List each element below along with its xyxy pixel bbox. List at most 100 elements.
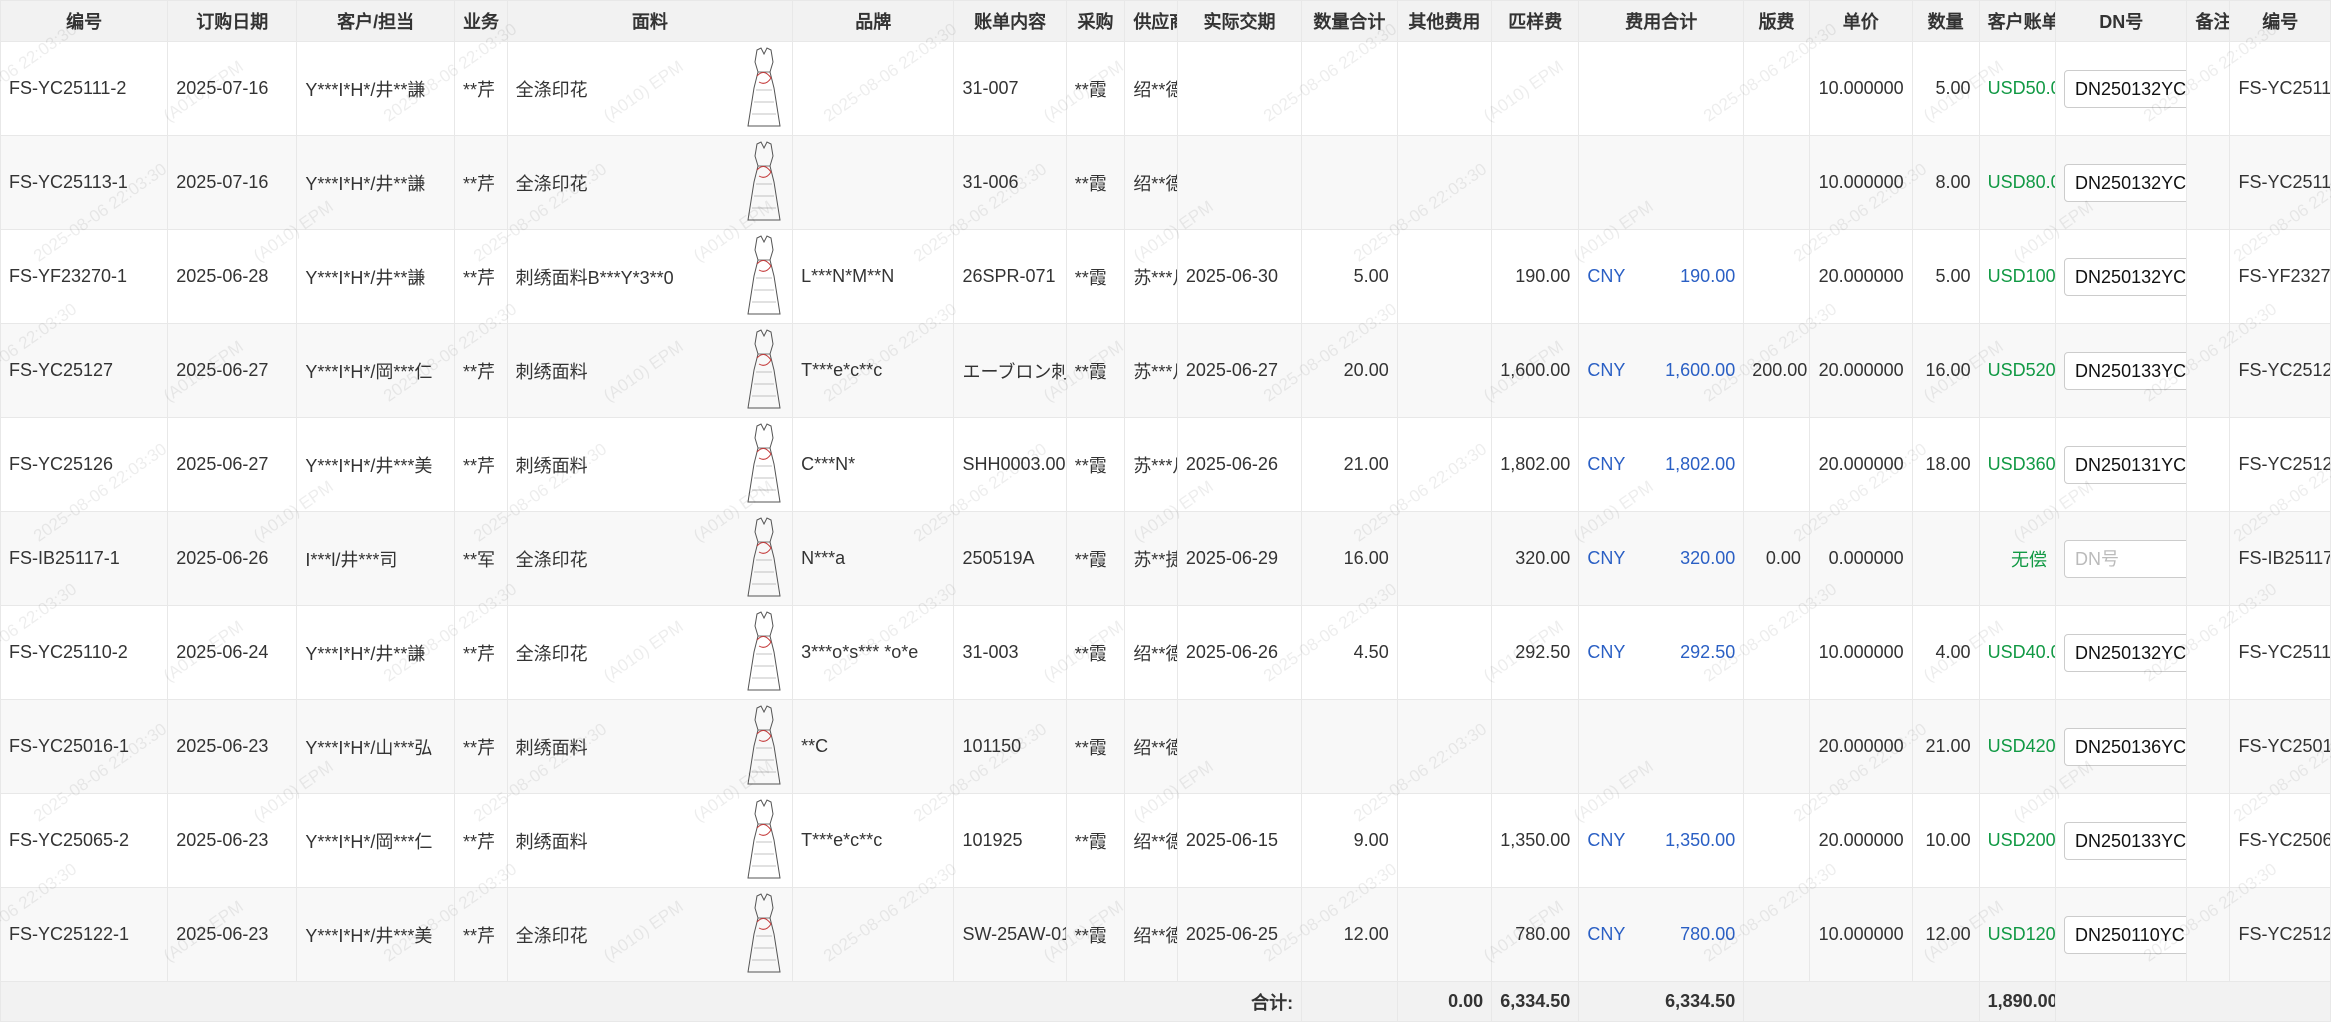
fee-total-cell: 1,350.00 [1665, 830, 1736, 850]
delivery-date-cell [1176, 135, 1303, 230]
table-row[interactable]: FS-YC25111-2 2025-07-16 Y***I*H*/井**謙 **芹 全涤… [0, 41, 2331, 136]
row-id-cell: FS-YC25111-2 [0, 41, 169, 136]
bill-currency: USD [1987, 642, 2026, 662]
dn-input[interactable]: DN250132YC [2064, 163, 2186, 202]
fee-currency: CNY [1587, 830, 1626, 850]
dn-input[interactable]: DN250133YC [2064, 821, 2186, 860]
fabric-thumbnail[interactable] [744, 892, 784, 978]
sample-fee-cell: 1,350.00 [1491, 793, 1580, 888]
other-fee-cell [1396, 699, 1493, 794]
col-header-buyer[interactable]: 采购 [1065, 0, 1126, 42]
row-id-right-cell: FS-YC25122-1 [2229, 887, 2331, 982]
note-cell [2186, 605, 2231, 700]
plate-fee-cell [1743, 699, 1810, 794]
buyer-cell: **霞 [1065, 417, 1126, 512]
supplier-cell: 苏**捷 [1124, 511, 1178, 606]
col-header-unit-price[interactable]: 单价 [1808, 0, 1913, 42]
table-row[interactable]: FS-YC25127 2025-06-27 Y***I*H*/岡***仁 **芹 刺绣面… [0, 323, 2331, 418]
bill-content-cell: 31-003 [953, 605, 1067, 700]
col-header-fee-total[interactable]: 费用合计 [1578, 0, 1745, 42]
plate-fee-cell [1743, 793, 1810, 888]
col-header-qty-total[interactable]: 数量合计 [1301, 0, 1398, 42]
order-date-cell: 2025-06-23 [167, 887, 298, 982]
fabric-cell: 全涤印花 [515, 549, 588, 570]
customer-bill-cell: 200.00 [2025, 830, 2056, 850]
supplier-cell: 绍**德 [1124, 699, 1178, 794]
col-header-dn[interactable]: DN号 [2055, 0, 2188, 42]
fabric-thumbnail[interactable] [744, 328, 784, 414]
other-fee-cell [1396, 793, 1493, 888]
col-header-supplier[interactable]: 供应商 [1124, 0, 1178, 42]
table-row[interactable]: FS-IB25117-1 2025-06-26 I***l/井***司 **军 全涤印花… [0, 511, 2331, 606]
col-header-sales[interactable]: 业务 [454, 0, 508, 42]
col-header-fabric[interactable]: 面料 [506, 0, 794, 42]
sample-fee-cell [1491, 41, 1580, 136]
dn-input[interactable]: DN250132YC [2064, 69, 2186, 108]
dress-sketch-icon [747, 799, 781, 879]
delivery-date-cell: 2025-06-25 [1176, 887, 1303, 982]
sample-fee-cell: 190.00 [1491, 229, 1580, 324]
col-header-customer[interactable]: 客户/担当 [296, 0, 456, 42]
dn-input[interactable]: DN250133YC [2064, 351, 2186, 390]
sales-cell: **芹 [454, 793, 508, 888]
dress-sketch-icon [747, 47, 781, 127]
supplier-cell: 绍**德 [1124, 135, 1178, 230]
dn-input[interactable]: DN250136YC [2064, 727, 2186, 766]
other-fee-cell [1396, 41, 1493, 136]
fabric-thumbnail[interactable] [744, 140, 784, 226]
col-header-other-fee[interactable]: 其他费用 [1396, 0, 1493, 42]
table-row[interactable]: FS-YC25110-2 2025-06-24 Y***I*H*/井**謙 **芹 全涤… [0, 605, 2331, 700]
bill-currency: USD [1987, 830, 2026, 850]
table-row[interactable]: FS-YC25113-1 2025-07-16 Y***I*H*/井**謙 **芹 全涤… [0, 135, 2331, 230]
fabric-thumbnail[interactable] [744, 798, 784, 884]
table-row[interactable]: FS-YC25122-1 2025-06-23 Y***I*H*/井***美 **芹全… [0, 887, 2331, 982]
fabric-thumbnail[interactable] [744, 704, 784, 790]
customer-cell: Y***I*H*/井***美 [296, 417, 456, 512]
col-header-sample-fee[interactable]: 匹样费 [1491, 0, 1580, 42]
fabric-thumbnail[interactable] [744, 516, 784, 602]
col-header-qty[interactable]: 数量 [1911, 0, 1980, 42]
header-row: 编号 订购日期 客户/担当 业务 面料 品牌 账单内容 采购 供应商 实际交期 … [0, 0, 2331, 42]
dn-input[interactable]: DN250132YC [2064, 633, 2186, 672]
table-row[interactable]: FS-YF23270-1 2025-06-28 Y***I*H*/井**謙 **芹 刺绣… [0, 229, 2331, 324]
fabric-thumbnail[interactable] [744, 234, 784, 320]
col-header-id[interactable]: 编号 [0, 0, 169, 42]
brand-cell: T***e*c**c [792, 793, 955, 888]
dress-sketch-icon [747, 893, 781, 973]
brand-cell: N***a [792, 511, 955, 606]
col-header-customer-bill[interactable]: 客户账单 [1978, 0, 2057, 42]
dn-input[interactable]: DN250131YC [2064, 445, 2186, 484]
table-row[interactable]: FS-YC25016-1 2025-06-23 Y***I*H*/山***弘 **芹刺… [0, 699, 2331, 794]
row-id-cell: FS-YC25126 [0, 417, 169, 512]
col-header-id-right[interactable]: 编号 [2229, 0, 2331, 42]
col-header-note[interactable]: 备注 [2186, 0, 2231, 42]
fabric-thumbnail[interactable] [744, 610, 784, 696]
footer-row: 合计: 0.00 6,334.50 6,334.50 1,890.00 [0, 981, 2331, 1022]
plate-fee-cell [1743, 41, 1810, 136]
sales-cell: **芹 [454, 699, 508, 794]
dn-input[interactable]: DN250132YC [2064, 257, 2186, 296]
other-fee-cell [1396, 511, 1493, 606]
qty-cell: 18.00 [1911, 417, 1980, 512]
fabric-cell: 全涤印花 [515, 173, 588, 194]
bill-currency: USD [1987, 266, 2026, 286]
fee-total-cell: 320.00 [1680, 548, 1736, 568]
table-row[interactable]: FS-YC25126 2025-06-27 Y***I*H*/井***美 **芹 刺绣面… [0, 417, 2331, 512]
bill-currency: USD [1987, 924, 2026, 944]
fabric-thumbnail[interactable] [744, 46, 784, 132]
col-header-plate-fee[interactable]: 版费 [1743, 0, 1810, 42]
brand-cell: L***N*M**N [792, 229, 955, 324]
fabric-thumbnail[interactable] [744, 422, 784, 508]
fee-currency: CNY [1587, 642, 1626, 662]
customer-bill-cell: 50.00 [2025, 78, 2055, 98]
col-header-order-date[interactable]: 订购日期 [167, 0, 298, 42]
col-header-delivery[interactable]: 实际交期 [1176, 0, 1303, 42]
col-header-bill-content[interactable]: 账单内容 [953, 0, 1067, 42]
supplier-cell: 绍**德 [1124, 41, 1178, 136]
sample-fee-cell: 320.00 [1491, 511, 1580, 606]
fee-currency: CNY [1587, 548, 1626, 568]
table-row[interactable]: FS-YC25065-2 2025-06-23 Y***I*H*/岡***仁 **芹刺… [0, 793, 2331, 888]
dn-input[interactable]: DN250110YC [2064, 915, 2186, 954]
col-header-brand[interactable]: 品牌 [792, 0, 955, 42]
dn-input[interactable]: DN号 [2064, 539, 2186, 578]
